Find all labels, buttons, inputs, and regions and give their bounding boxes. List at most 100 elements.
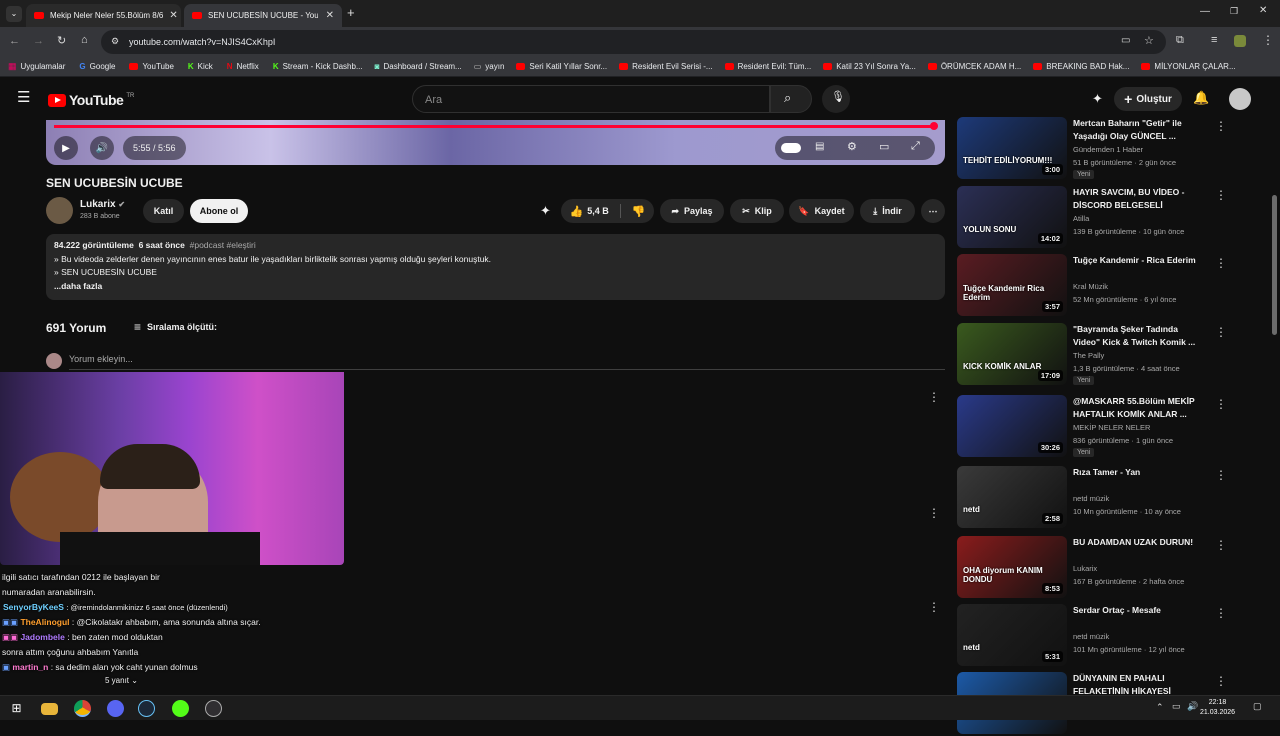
bookmark-stream-kick[interactable]: K Stream - Kick Dashb... bbox=[273, 62, 363, 71]
video-title[interactable]: Rıza Tamer - Yan bbox=[1073, 466, 1203, 479]
video-title[interactable]: HAYIR SAVCIM, BU VİDEO - DİSCORD BELGESE… bbox=[1073, 186, 1203, 212]
progress-bar[interactable] bbox=[54, 125, 936, 128]
discord-icon[interactable] bbox=[107, 700, 124, 717]
channel-name[interactable]: Lukarix ✔ bbox=[80, 199, 125, 210]
recommended-video[interactable]: KICK KOMİK ANLAR 17:09 "Bayramda Şeker Tad… bbox=[957, 323, 1277, 387]
video-title[interactable]: BU ADAMDAN UZAK DURUN! bbox=[1073, 536, 1203, 549]
bookmark-dashboard[interactable]: ◙ Dashboard / Stream... bbox=[375, 62, 462, 71]
account-avatar[interactable] bbox=[1229, 88, 1251, 110]
subscribe-button[interactable]: Abone ol bbox=[190, 199, 248, 223]
tab-active[interactable]: SEN UCUBESİN UCUBE - YouTube ✕ bbox=[184, 4, 342, 27]
video-menu-icon[interactable]: ⋮ bbox=[1215, 674, 1227, 688]
video-thumbnail[interactable]: OHA diyorum KANIM DONDU 8:53 bbox=[957, 536, 1067, 598]
sort-comments-button[interactable]: ≡ Sıralama ölçütü: bbox=[134, 320, 217, 334]
video-menu-icon[interactable]: ⋮ bbox=[1215, 397, 1227, 411]
search-button[interactable]: ⌕ bbox=[770, 85, 812, 113]
comment-menu-icon[interactable]: ⋮ bbox=[928, 507, 940, 519]
page-scrollbar[interactable] bbox=[1272, 195, 1277, 335]
video-thumbnail[interactable]: KICK KOMİK ANLAR 17:09 bbox=[957, 323, 1067, 385]
add-comment-input[interactable]: Yorum ekleyin... bbox=[69, 354, 133, 364]
settings-gear-icon[interactable]: ⚙ bbox=[847, 140, 857, 153]
video-menu-icon[interactable]: ⋮ bbox=[1215, 606, 1227, 620]
join-button[interactable]: Katıl bbox=[143, 199, 184, 223]
volume-tray-icon[interactable]: 🔊 bbox=[1187, 701, 1198, 712]
notification-center-icon[interactable]: ▢ bbox=[1253, 701, 1262, 712]
bookmark-breaking-bad[interactable]: BREAKING BAD Hak... bbox=[1033, 62, 1129, 71]
taskbar-clock[interactable]: 22:18 21.03.2026 bbox=[1200, 698, 1235, 718]
tab-search-button[interactable]: ⌄ bbox=[6, 6, 22, 22]
replies-link[interactable]: 5 yanıt ⌄ bbox=[0, 675, 344, 687]
extensions-icon[interactable]: ⧉ bbox=[1176, 34, 1184, 47]
progress-scrubber[interactable] bbox=[930, 122, 938, 130]
voice-search-button[interactable]: 🎙 bbox=[822, 85, 850, 113]
chrome-icon[interactable] bbox=[74, 700, 91, 717]
bookmark-seri-katil[interactable]: Seri Katil Yıllar Sonr... bbox=[516, 62, 607, 71]
video-menu-icon[interactable]: ⋮ bbox=[1215, 119, 1227, 133]
video-channel[interactable]: Lukarix bbox=[1073, 564, 1097, 573]
bookmark-re-tum[interactable]: Resident Evil: Tüm... bbox=[724, 62, 811, 71]
clip-button[interactable]: ✂ Klip bbox=[730, 199, 784, 223]
description-box[interactable]: 84.222 görüntüleme 6 saat önce #podcast … bbox=[46, 234, 945, 300]
profile-icon[interactable] bbox=[1234, 35, 1246, 47]
bookmark-netflix[interactable]: N Netflix bbox=[227, 62, 259, 71]
video-channel[interactable]: netd müzik bbox=[1073, 494, 1109, 503]
video-thumbnail[interactable]: Tuğçe Kandemir Rica Ederim 3:57 bbox=[957, 254, 1067, 316]
tab-mekip[interactable]: Mekip Neler Neler 55.Bölüm 8/6 ✕ bbox=[26, 4, 181, 27]
video-menu-icon[interactable]: ⋮ bbox=[1215, 538, 1227, 552]
autoplay-toggle[interactable] bbox=[781, 143, 801, 153]
minimize-icon[interactable]: — bbox=[1200, 6, 1210, 17]
reload-icon[interactable]: ↻ bbox=[57, 34, 66, 47]
notifications-bell-icon[interactable]: 🔔 bbox=[1193, 90, 1209, 106]
bookmark-orumcek[interactable]: ÖRÜMCEK ADAM H... bbox=[927, 62, 1021, 71]
video-title[interactable]: Serdar Ortaç - Mesafe bbox=[1073, 604, 1203, 617]
hype-icon[interactable]: ✦ bbox=[540, 203, 551, 219]
url-bar[interactable]: ⚙ youtube.com/watch?v=NJIS4CxKhpI ▭ ☆ bbox=[101, 30, 1166, 54]
dislike-button[interactable]: 👎 bbox=[632, 205, 646, 218]
video-thumbnail[interactable]: TEHDİT EDİLİYORUM!!! 3:00 bbox=[957, 117, 1067, 179]
video-thumbnail[interactable]: 30:26 bbox=[957, 395, 1067, 457]
create-button[interactable]: + Oluştur bbox=[1114, 87, 1182, 111]
steam-icon[interactable] bbox=[138, 700, 155, 717]
bookmark-google[interactable]: G Google bbox=[79, 62, 115, 71]
video-title[interactable]: "Bayramda Şeker Tadında Video" Kick & Tw… bbox=[1073, 323, 1203, 349]
comment-menu-icon[interactable]: ⋮ bbox=[928, 601, 940, 613]
subtitles-icon[interactable]: ▤ bbox=[815, 141, 824, 152]
forward-icon[interactable]: → bbox=[33, 35, 44, 47]
obs-icon[interactable] bbox=[205, 700, 222, 717]
video-player[interactable]: ▶ 🔊 5:55 / 5:56 ▤ ⚙ ▭ ⤢ bbox=[46, 120, 945, 165]
download-button[interactable]: ⤓ İndir bbox=[860, 199, 915, 223]
bookmark-star-icon[interactable]: ☆ bbox=[1144, 34, 1154, 47]
tray-chevron-icon[interactable]: ⌃ bbox=[1156, 702, 1164, 713]
fullscreen-icon[interactable]: ⤢ bbox=[911, 140, 920, 153]
kick-app-icon[interactable] bbox=[172, 700, 189, 717]
premium-icon[interactable]: ✦ bbox=[1092, 91, 1103, 107]
search-input[interactable]: Ara bbox=[412, 85, 770, 113]
home-icon[interactable]: ⌂ bbox=[81, 34, 88, 46]
video-thumbnail[interactable]: netd 5:31 bbox=[957, 604, 1067, 666]
bookmark-folder-yayin[interactable]: ▭ yayın bbox=[474, 62, 505, 71]
like-button[interactable]: 👍 5,4 B bbox=[570, 205, 609, 218]
recommended-video[interactable]: netd 5:31 Serdar Ortaç - Mesafe netd müzik 1… bbox=[957, 604, 1277, 668]
recommended-video[interactable]: Tuğçe Kandemir Rica Ederim 3:57 Tuğçe Kand… bbox=[957, 254, 1277, 318]
video-menu-icon[interactable]: ⋮ bbox=[1215, 468, 1227, 482]
video-title[interactable]: Mertcan Baharın "Getir" ile Yaşadığı Ola… bbox=[1073, 117, 1203, 143]
network-icon[interactable]: ▭ bbox=[1172, 701, 1181, 712]
bookmark-katil-23[interactable]: Katil 23 Yıl Sonra Ya... bbox=[823, 62, 916, 71]
site-info-icon[interactable]: ⚙ bbox=[111, 36, 119, 47]
close-tab-icon[interactable]: ✕ bbox=[169, 10, 177, 21]
video-channel[interactable]: netd müzik bbox=[1073, 632, 1109, 641]
youtube-logo[interactable]: YouTube TR bbox=[48, 92, 134, 108]
video-channel[interactable]: Gündemden 1 Haber bbox=[1073, 145, 1143, 154]
theater-mode-icon[interactable]: ▭ bbox=[879, 140, 889, 153]
restore-icon[interactable]: ❐ bbox=[1230, 6, 1238, 17]
volume-button[interactable]: 🔊 bbox=[90, 136, 114, 160]
comment-menu-icon[interactable]: ⋮ bbox=[928, 391, 940, 403]
recommended-video[interactable]: YOLUN SONU 14:02 HAYIR SAVCIM, BU VİDEO - … bbox=[957, 186, 1277, 250]
recommended-video[interactable]: 30:26 @MASKARR 55.Bölüm MEKİP HAFTALIK KO… bbox=[957, 395, 1277, 459]
file-explorer-icon[interactable] bbox=[41, 703, 58, 715]
bookmark-milyonlar[interactable]: MİLYONLAR ÇALAR... bbox=[1141, 62, 1236, 71]
save-button[interactable]: 🔖 Kaydet bbox=[789, 199, 854, 223]
back-icon[interactable]: ← bbox=[9, 35, 20, 47]
video-channel[interactable]: Kral Müzik bbox=[1073, 282, 1108, 291]
video-channel[interactable]: The Pally bbox=[1073, 351, 1104, 360]
